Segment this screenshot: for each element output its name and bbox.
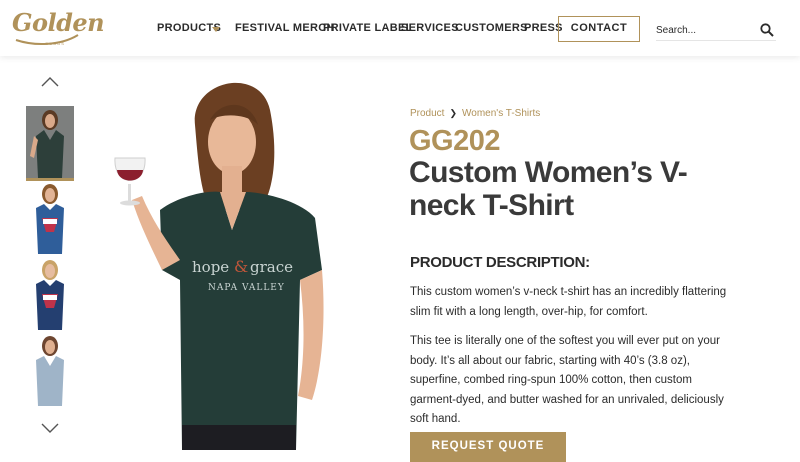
chevron-down-icon[interactable]	[40, 422, 60, 434]
thumbnail-image	[26, 258, 74, 330]
breadcrumb-current[interactable]: Women's T-Shirts	[462, 108, 540, 119]
chevron-down-icon[interactable]	[212, 27, 220, 32]
thumbnail-image	[26, 182, 74, 254]
thumbnail-image	[26, 334, 74, 406]
description-paragraph-1: This custom women’s v-neck t-shirt has a…	[410, 286, 727, 318]
description-paragraph-2: This tee is literally one of the softest…	[410, 335, 724, 425]
nav-item-press[interactable]: PRESS	[524, 22, 563, 34]
thumbnail-blue-graphic-tee[interactable]	[26, 182, 74, 254]
nav-item-customers[interactable]: CUSTOMERS	[455, 22, 528, 34]
shirt-graphic-amp: &	[234, 257, 248, 276]
contact-button[interactable]: CONTACT	[558, 16, 640, 42]
thumbnail-grey-blue-vneck[interactable]	[26, 334, 74, 406]
breadcrumb: Product ❯ Women's T-Shirts	[410, 108, 540, 119]
product-title: Custom Women’s V-neck T-Shirt	[409, 156, 688, 222]
product-sku: GG202	[409, 125, 501, 157]
shirt-graphic-word1: hope	[192, 258, 229, 276]
search-box	[656, 20, 776, 41]
site-header: Golden GOODS PRODUCTS FESTIVAL MERCH PRI…	[0, 0, 800, 56]
nav-item-private-label[interactable]: PRIVATE LABEL	[323, 22, 413, 34]
model-photo: hope & grace NAPA VALLEY	[114, 82, 324, 450]
thumbnail-gallery	[24, 70, 76, 450]
logo-subtext: GOODS	[45, 41, 65, 46]
nav-item-festival-merch[interactable]: FESTIVAL MERCH	[235, 22, 335, 34]
thumbnail-image	[26, 106, 74, 178]
request-quote-button[interactable]: REQUEST QUOTE	[410, 432, 566, 462]
search-icon[interactable]	[760, 23, 774, 37]
product-main-image: hope & grace NAPA VALLEY	[100, 70, 390, 450]
shirt-graphic-subtext: NAPA VALLEY	[208, 283, 285, 293]
description-heading: PRODUCT DESCRIPTION:	[410, 254, 590, 271]
chevron-right-icon: ❯	[449, 108, 458, 118]
chevron-up-icon[interactable]	[40, 76, 60, 88]
search-input[interactable]	[656, 22, 752, 38]
breadcrumb-root[interactable]: Product	[410, 108, 444, 119]
nav-item-services[interactable]: SERVICES	[401, 22, 459, 34]
shirt-graphic-word2: grace	[250, 258, 293, 276]
brand-logo[interactable]: Golden GOODS	[12, 8, 105, 48]
thumbnail-navy-graphic-tee[interactable]	[26, 258, 74, 330]
thumbnail-dark-green-vneck[interactable]	[26, 106, 74, 181]
